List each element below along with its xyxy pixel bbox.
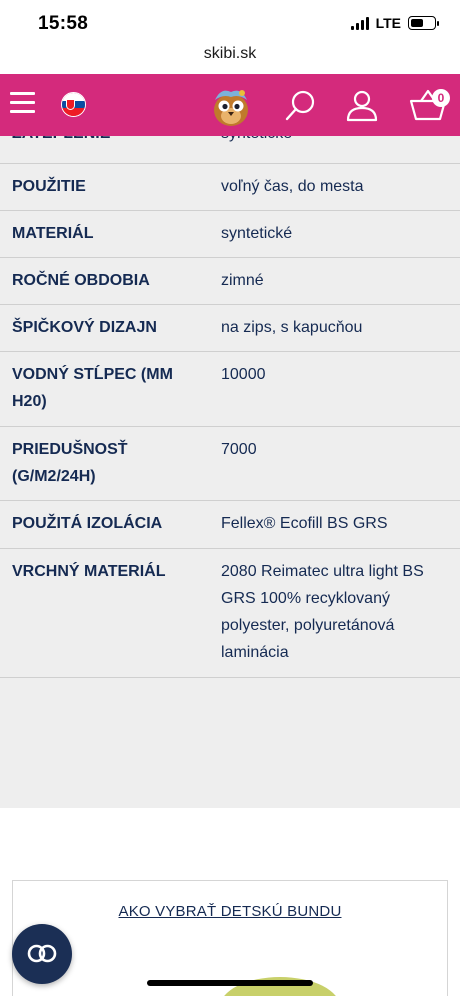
cart-count-badge[interactable]: 0 [432, 89, 450, 107]
status-indicators: LTE [350, 15, 439, 31]
battery-icon [408, 16, 439, 30]
spec-row: MATERIÁL syntetické [0, 211, 460, 258]
mascot-logo[interactable] [209, 84, 253, 128]
guide-link[interactable]: AKO VYBRAŤ DETSKÚ BUNDU [13, 903, 447, 920]
spec-value: 10000 [221, 366, 266, 383]
spec-row: VODNÝ STĹPEC (MM H20) 10000 [0, 352, 460, 427]
spec-value: zimné [221, 272, 264, 289]
spec-value: voľný čas, do mesta [221, 178, 364, 195]
spec-key: VRCHNÝ MATERIÁL [12, 563, 166, 580]
spec-row: POUŽITIE voľný čas, do mesta [0, 164, 460, 211]
signal-icon [350, 16, 369, 30]
slovak-flag-icon[interactable] [61, 92, 86, 117]
account-icon[interactable] [345, 88, 379, 122]
spec-value: 2080 Reimatec ultra light BS GRS 100% re… [221, 563, 424, 661]
search-icon[interactable] [284, 88, 318, 122]
spec-row: VRCHNÝ MATERIÁL 2080 Reimatec ultra ligh… [0, 549, 460, 678]
spec-row: ROČNÉ OBDOBIA zimné [0, 258, 460, 305]
battery-level [411, 19, 423, 27]
menu-icon[interactable] [10, 92, 35, 114]
status-bar: 15:58 LTE [0, 0, 460, 44]
spec-key: PRIEDUŠNOSŤ (G/M2/24H) [12, 441, 128, 485]
spec-value: Fellex® Ecofill BS GRS [221, 515, 388, 532]
spec-value: syntetické [221, 225, 293, 242]
spec-row: POUŽITÁ IZOLÁCIA Fellex® Ecofill BS GRS [0, 501, 460, 549]
address-bar[interactable]: skibi.sk [0, 44, 460, 74]
spec-key: POUŽITÁ IZOLÁCIA [12, 515, 163, 532]
spec-row: PRIEDUŠNOSŤ (G/M2/24H) 7000 [0, 427, 460, 501]
size-guide-box: AKO VYBRAŤ DETSKÚ BUNDU [12, 880, 448, 996]
spec-value: 7000 [221, 441, 257, 458]
link-icon [27, 944, 57, 963]
product-specs-table: ZATEPLENIE syntetické POUŽITIE voľný čas… [0, 118, 460, 808]
home-indicator [147, 980, 313, 986]
spec-key: ROČNÉ OBDOBIA [12, 272, 150, 289]
spec-key: MATERIÁL [12, 225, 94, 242]
network-type: LTE [375, 15, 401, 31]
page: 15:58 LTE skibi.sk ZATEPLENIE syntetické… [0, 0, 460, 996]
spec-key: VODNÝ STĹPEC (MM H20) [12, 366, 173, 410]
link-button[interactable] [12, 924, 72, 984]
status-time: 15:58 [38, 13, 89, 34]
spec-key: POUŽITIE [12, 178, 86, 195]
spec-row: ŠPIČKOVÝ DIZAJN na zips, s kapucňou [0, 305, 460, 352]
spec-key: ŠPIČKOVÝ DIZAJN [12, 319, 157, 336]
site-header [0, 74, 460, 136]
spec-value: na zips, s kapucňou [221, 319, 363, 336]
